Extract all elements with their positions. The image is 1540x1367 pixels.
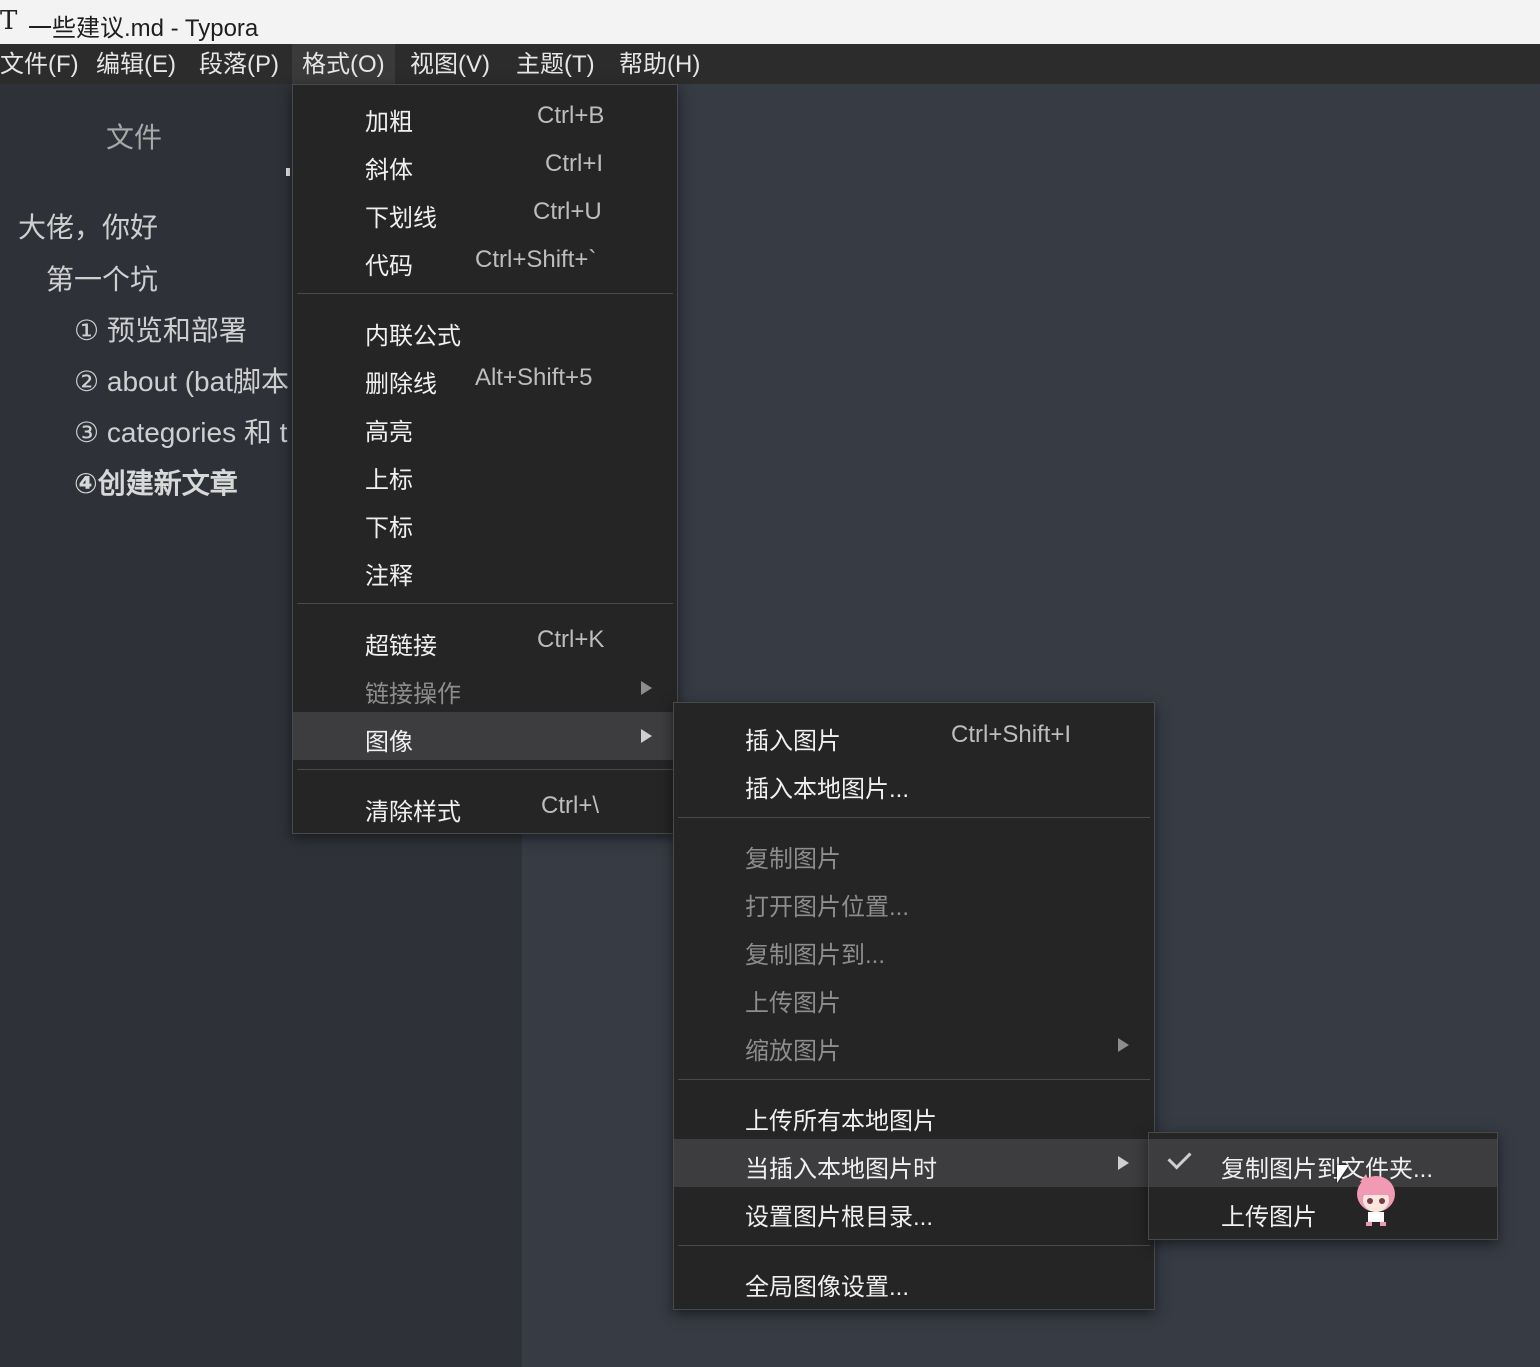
menu-file[interactable]: 文件(F) [0,44,89,84]
submenu-arrow-icon [1118,1038,1129,1052]
menu-edit[interactable]: 编辑(E) [86,44,186,84]
menu-item-code[interactable]: 代码 Ctrl+Shift+` [293,236,677,284]
insert-local-submenu: 复制图片到文件夹... 上传图片 [1148,1132,1498,1240]
menu-item-comment[interactable]: 注释 [293,546,677,594]
outline-item[interactable]: ① 预览和部署 [74,309,247,349]
menu-separator [297,769,673,770]
menu-item-global-image-settings[interactable]: 全局图像设置... [674,1257,1154,1305]
anime-mascot-icon [1357,1174,1395,1226]
menu-item-insert-image[interactable]: 插入图片 Ctrl+Shift+I [674,711,1154,759]
menu-separator [678,1079,1150,1080]
sidebar-resize-handle[interactable] [286,168,290,176]
menu-item-copy-to-folder[interactable]: 复制图片到文件夹... [1149,1139,1497,1187]
format-menu: 加粗 Ctrl+B 斜体 Ctrl+I 下划线 Ctrl+U 代码 Ctrl+S… [292,84,678,834]
menu-bar: 文件(F) 编辑(E) 段落(P) 格式(O) 视图(V) 主题(T) 帮助(H… [0,44,1540,84]
mouse-cursor-icon [1337,1165,1349,1183]
menu-item-inline-math[interactable]: 内联公式 [293,306,677,354]
typora-app-icon: T [0,6,18,36]
menu-item-copy-image-to[interactable]: 复制图片到... [674,925,1154,973]
menu-item-link-ops[interactable]: 链接操作 [293,664,677,712]
menu-item-superscript[interactable]: 上标 [293,450,677,498]
menu-item-upload-image[interactable]: 上传图片 [674,973,1154,1021]
check-icon [1167,1145,1192,1170]
menu-item-clear-style[interactable]: 清除样式 Ctrl+\ [293,782,677,830]
menu-item-hyperlink[interactable]: 超链接 Ctrl+K [293,616,677,664]
menu-item-set-image-root[interactable]: 设置图片根目录... [674,1187,1154,1235]
menu-item-upload-on-insert[interactable]: 上传图片 [1149,1187,1497,1235]
submenu-arrow-icon [1118,1156,1129,1170]
menu-separator [678,817,1150,818]
menu-item-highlight[interactable]: 高亮 [293,402,677,450]
submenu-arrow-icon [641,681,652,695]
menu-item-strikethrough[interactable]: 删除线 Alt+Shift+5 [293,354,677,402]
menu-format[interactable]: 格式(O) [292,44,395,84]
menu-item-zoom-image[interactable]: 缩放图片 [674,1021,1154,1069]
outline-item[interactable]: ④创建新文章 [74,462,238,502]
menu-item-upload-all-local[interactable]: 上传所有本地图片 [674,1091,1154,1139]
title-bar: T 一些建议.md - Typora [0,0,1540,44]
sidebar-tab-files[interactable]: 文件 [106,116,162,156]
image-submenu: 插入图片 Ctrl+Shift+I 插入本地图片... 复制图片 打开图片位置.… [673,702,1155,1310]
submenu-arrow-icon [641,729,652,743]
outline-item[interactable]: ② about (bat脚本 [74,360,289,400]
menu-item-italic[interactable]: 斜体 Ctrl+I [293,140,677,188]
menu-separator [297,293,673,294]
menu-theme[interactable]: 主题(T) [506,44,605,84]
menu-item-insert-local-image[interactable]: 插入本地图片... [674,759,1154,807]
menu-item-subscript[interactable]: 下标 [293,498,677,546]
menu-item-copy-image[interactable]: 复制图片 [674,829,1154,877]
outline-item[interactable]: 第一个坑 [46,258,158,298]
menu-item-when-insert-local[interactable]: 当插入本地图片时 [674,1139,1154,1187]
menu-item-open-image-location[interactable]: 打开图片位置... [674,877,1154,925]
menu-separator [297,603,673,604]
window-title: 一些建议.md - Typora [28,15,259,42]
menu-item-underline[interactable]: 下划线 Ctrl+U [293,188,677,236]
menu-view[interactable]: 视图(V) [400,44,500,84]
menu-item-bold[interactable]: 加粗 Ctrl+B [293,92,677,140]
menu-separator [678,1245,1150,1246]
menu-help[interactable]: 帮助(H) [609,44,710,84]
menu-item-image[interactable]: 图像 [293,712,677,760]
menu-paragraph[interactable]: 段落(P) [189,44,289,84]
outline-item[interactable]: 大佬，你好 [18,206,158,246]
outline-item[interactable]: ③ categories 和 t [74,411,287,451]
